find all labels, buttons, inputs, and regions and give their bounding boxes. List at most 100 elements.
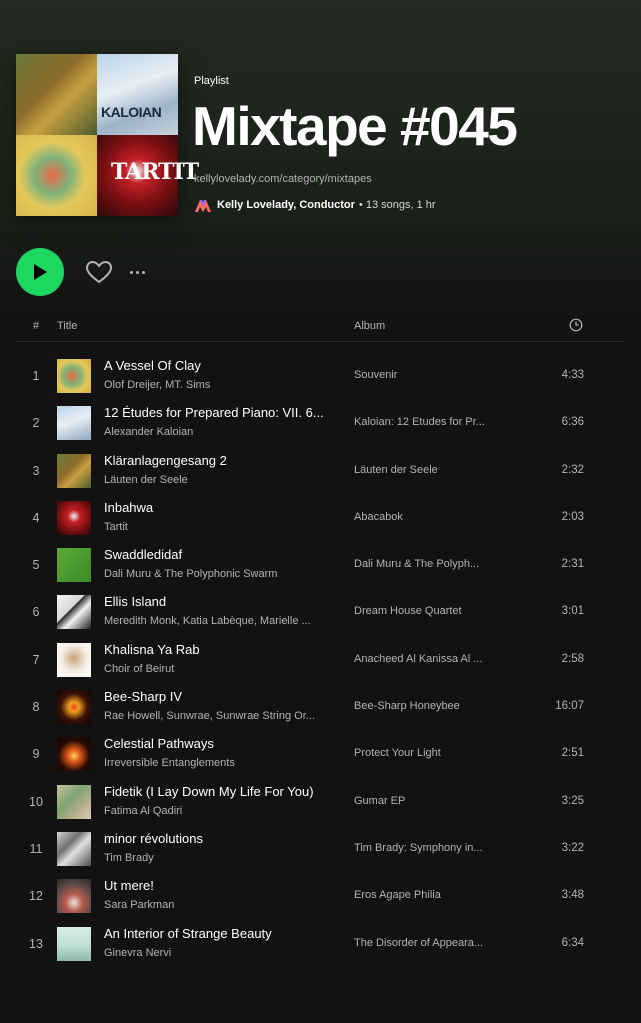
track-album[interactable]: Dali Muru & The Polyph...: [354, 558, 499, 570]
track-artwork: [57, 690, 91, 725]
track-duration: 16:07: [555, 700, 584, 713]
clock-icon[interactable]: [569, 318, 583, 332]
track-artist[interactable]: Tartit: [104, 521, 336, 533]
track-number: 13: [29, 936, 43, 951]
track-album[interactable]: Kaloian: 12 Etudes for Pr...: [354, 416, 499, 428]
cover-tile-1: [16, 54, 97, 135]
track-duration: 2:03: [561, 510, 584, 523]
track-title[interactable]: Inbahwa: [104, 500, 336, 515]
cover-tile-3: [16, 135, 97, 216]
track-album[interactable]: Dream House Quartet: [354, 605, 499, 617]
track-number: 2: [32, 416, 40, 431]
track-artist[interactable]: Alexander Kaloian: [104, 426, 336, 438]
track-artist[interactable]: Tim Brady: [104, 852, 336, 864]
track-row[interactable]: 7 Khalisna Ya Rab Choir of Beirut Anache…: [16, 636, 624, 683]
track-album[interactable]: Anacheed Al Kanissa Al ...: [354, 653, 499, 665]
track-row[interactable]: 1 A Vessel Of Clay Olof Dreijer, MT. Sim…: [16, 352, 624, 399]
header-album[interactable]: Album: [354, 320, 385, 332]
track-list: 1 A Vessel Of Clay Olof Dreijer, MT. Sim…: [16, 352, 624, 967]
more-icon[interactable]: [130, 263, 156, 281]
track-album[interactable]: The Disorder of Appeara...: [354, 937, 499, 949]
track-artwork: [57, 359, 91, 393]
track-row[interactable]: 9 Celestial Pathways Irreversible Entang…: [16, 730, 624, 777]
cover-tile-2-text: KALOIAN: [101, 104, 162, 120]
track-title[interactable]: Ellis Island: [104, 594, 336, 609]
track-number: 12: [29, 889, 43, 904]
track-artist[interactable]: Läuten der Seele: [104, 474, 336, 486]
track-title[interactable]: Bee-Sharp IV: [104, 689, 336, 704]
playlist-cover[interactable]: KALOIAN TARTIT: [16, 54, 199, 216]
cover-tile-2: KALOIAN: [97, 54, 178, 135]
track-title[interactable]: Celestial Pathways: [104, 736, 336, 751]
track-duration: 2:58: [561, 652, 584, 665]
track-title[interactable]: Khalisna Ya Rab: [104, 642, 336, 657]
header-title[interactable]: Title: [57, 320, 77, 332]
track-artwork: [57, 879, 91, 914]
track-row[interactable]: 6 Ellis Island Meredith Monk, Katia Labè…: [16, 588, 624, 635]
track-album[interactable]: Läuten der Seele: [354, 464, 499, 476]
track-album[interactable]: Souvenir: [354, 369, 499, 381]
track-title[interactable]: A Vessel Of Clay: [104, 358, 336, 373]
track-album[interactable]: Protect Your Light: [354, 747, 499, 759]
track-title[interactable]: Swaddledidaf: [104, 547, 336, 562]
track-title[interactable]: Fidetik (I Lay Down My Life For You): [104, 784, 336, 799]
track-duration: 2:32: [561, 463, 584, 476]
track-artwork: [57, 500, 91, 535]
track-title[interactable]: Ut mere!: [104, 878, 336, 893]
playlist-meta: Kelly Lovelady, Conductor • 13 songs, 1 …: [194, 197, 436, 213]
track-album[interactable]: Eros Agape Philia: [354, 889, 499, 901]
track-number: 6: [32, 605, 40, 620]
track-title[interactable]: An Interior of Strange Beauty: [104, 926, 336, 941]
track-artist[interactable]: Fatima Al Qadiri: [104, 805, 336, 817]
track-number: 3: [32, 463, 40, 478]
track-number: 4: [32, 510, 40, 525]
track-title[interactable]: Kläranlagengesang 2: [104, 453, 336, 468]
cover-tile-4-text: TARTIT: [111, 159, 199, 185]
track-duration: 6:34: [561, 936, 584, 949]
track-row[interactable]: 10 Fidetik (I Lay Down My Life For You) …: [16, 778, 624, 825]
cover-tile-4: TARTIT: [97, 135, 199, 216]
track-artwork: [57, 831, 91, 866]
track-album[interactable]: Bee-Sharp Honeybee: [354, 700, 499, 712]
track-row[interactable]: 2 12 Études for Prepared Piano: VII. 6..…: [16, 399, 624, 446]
track-artwork: [57, 595, 91, 630]
track-number: 8: [32, 700, 40, 715]
track-album[interactable]: Tim Brady: Symphony in...: [354, 842, 499, 854]
track-number: 5: [32, 558, 40, 573]
playlist-type: Playlist: [194, 75, 229, 87]
owner-logo-icon: [195, 200, 211, 212]
track-duration: 6:36: [561, 416, 584, 429]
track-duration: 3:01: [561, 605, 584, 618]
track-duration: 2:31: [561, 558, 584, 571]
heart-icon[interactable]: [84, 257, 114, 287]
track-number: 9: [32, 747, 40, 762]
header-num: #: [33, 320, 40, 332]
track-artist[interactable]: Meredith Monk, Katia Labèque, Marielle .…: [104, 615, 336, 627]
track-row[interactable]: 13 An Interior of Strange Beauty Ginevra…: [16, 920, 624, 967]
track-row[interactable]: 5 Swaddledidaf Dali Muru & The Polyphoni…: [16, 541, 624, 588]
track-album[interactable]: Gumar EP: [354, 795, 499, 807]
track-duration: 3:25: [561, 794, 584, 807]
play-icon: [34, 264, 47, 280]
track-row[interactable]: 12 Ut mere! Sara Parkman Eros Agape Phil…: [16, 872, 624, 919]
track-artist[interactable]: Sara Parkman: [104, 899, 336, 911]
track-artist[interactable]: Rae Howell, Sunwrae, Sunwrae String Or..…: [104, 710, 336, 722]
track-artist[interactable]: Choir of Beirut: [104, 663, 336, 675]
track-artist[interactable]: Olof Dreijer, MT. Sims: [104, 379, 336, 391]
track-artist[interactable]: Ginevra Nervi: [104, 947, 336, 959]
play-button[interactable]: [16, 248, 64, 296]
track-row[interactable]: 3 Kläranlagengesang 2 Läuten der Seele L…: [16, 447, 624, 494]
track-title[interactable]: minor révolutions: [104, 831, 336, 846]
track-artwork: [57, 642, 91, 677]
owner-link[interactable]: Kelly Lovelady, Conductor: [217, 199, 355, 211]
track-table-header: # Title Album: [16, 314, 624, 342]
track-row[interactable]: 8 Bee-Sharp IV Rae Howell, Sunwrae, Sunw…: [16, 683, 624, 730]
track-album[interactable]: Abacabok: [354, 511, 499, 523]
playlist-description: kellylovelady.com/category/mixtapes: [194, 173, 372, 185]
track-row[interactable]: 4 Inbahwa Tartit Abacabok 2:03: [16, 494, 624, 541]
track-row[interactable]: 11 minor révolutions Tim Brady Tim Brady…: [16, 825, 624, 872]
track-artwork: [57, 548, 91, 583]
track-title[interactable]: 12 Études for Prepared Piano: VII. 6...: [104, 405, 336, 420]
track-artist[interactable]: Dali Muru & The Polyphonic Swarm: [104, 568, 336, 580]
track-artist[interactable]: Irreversible Entanglements: [104, 757, 336, 769]
